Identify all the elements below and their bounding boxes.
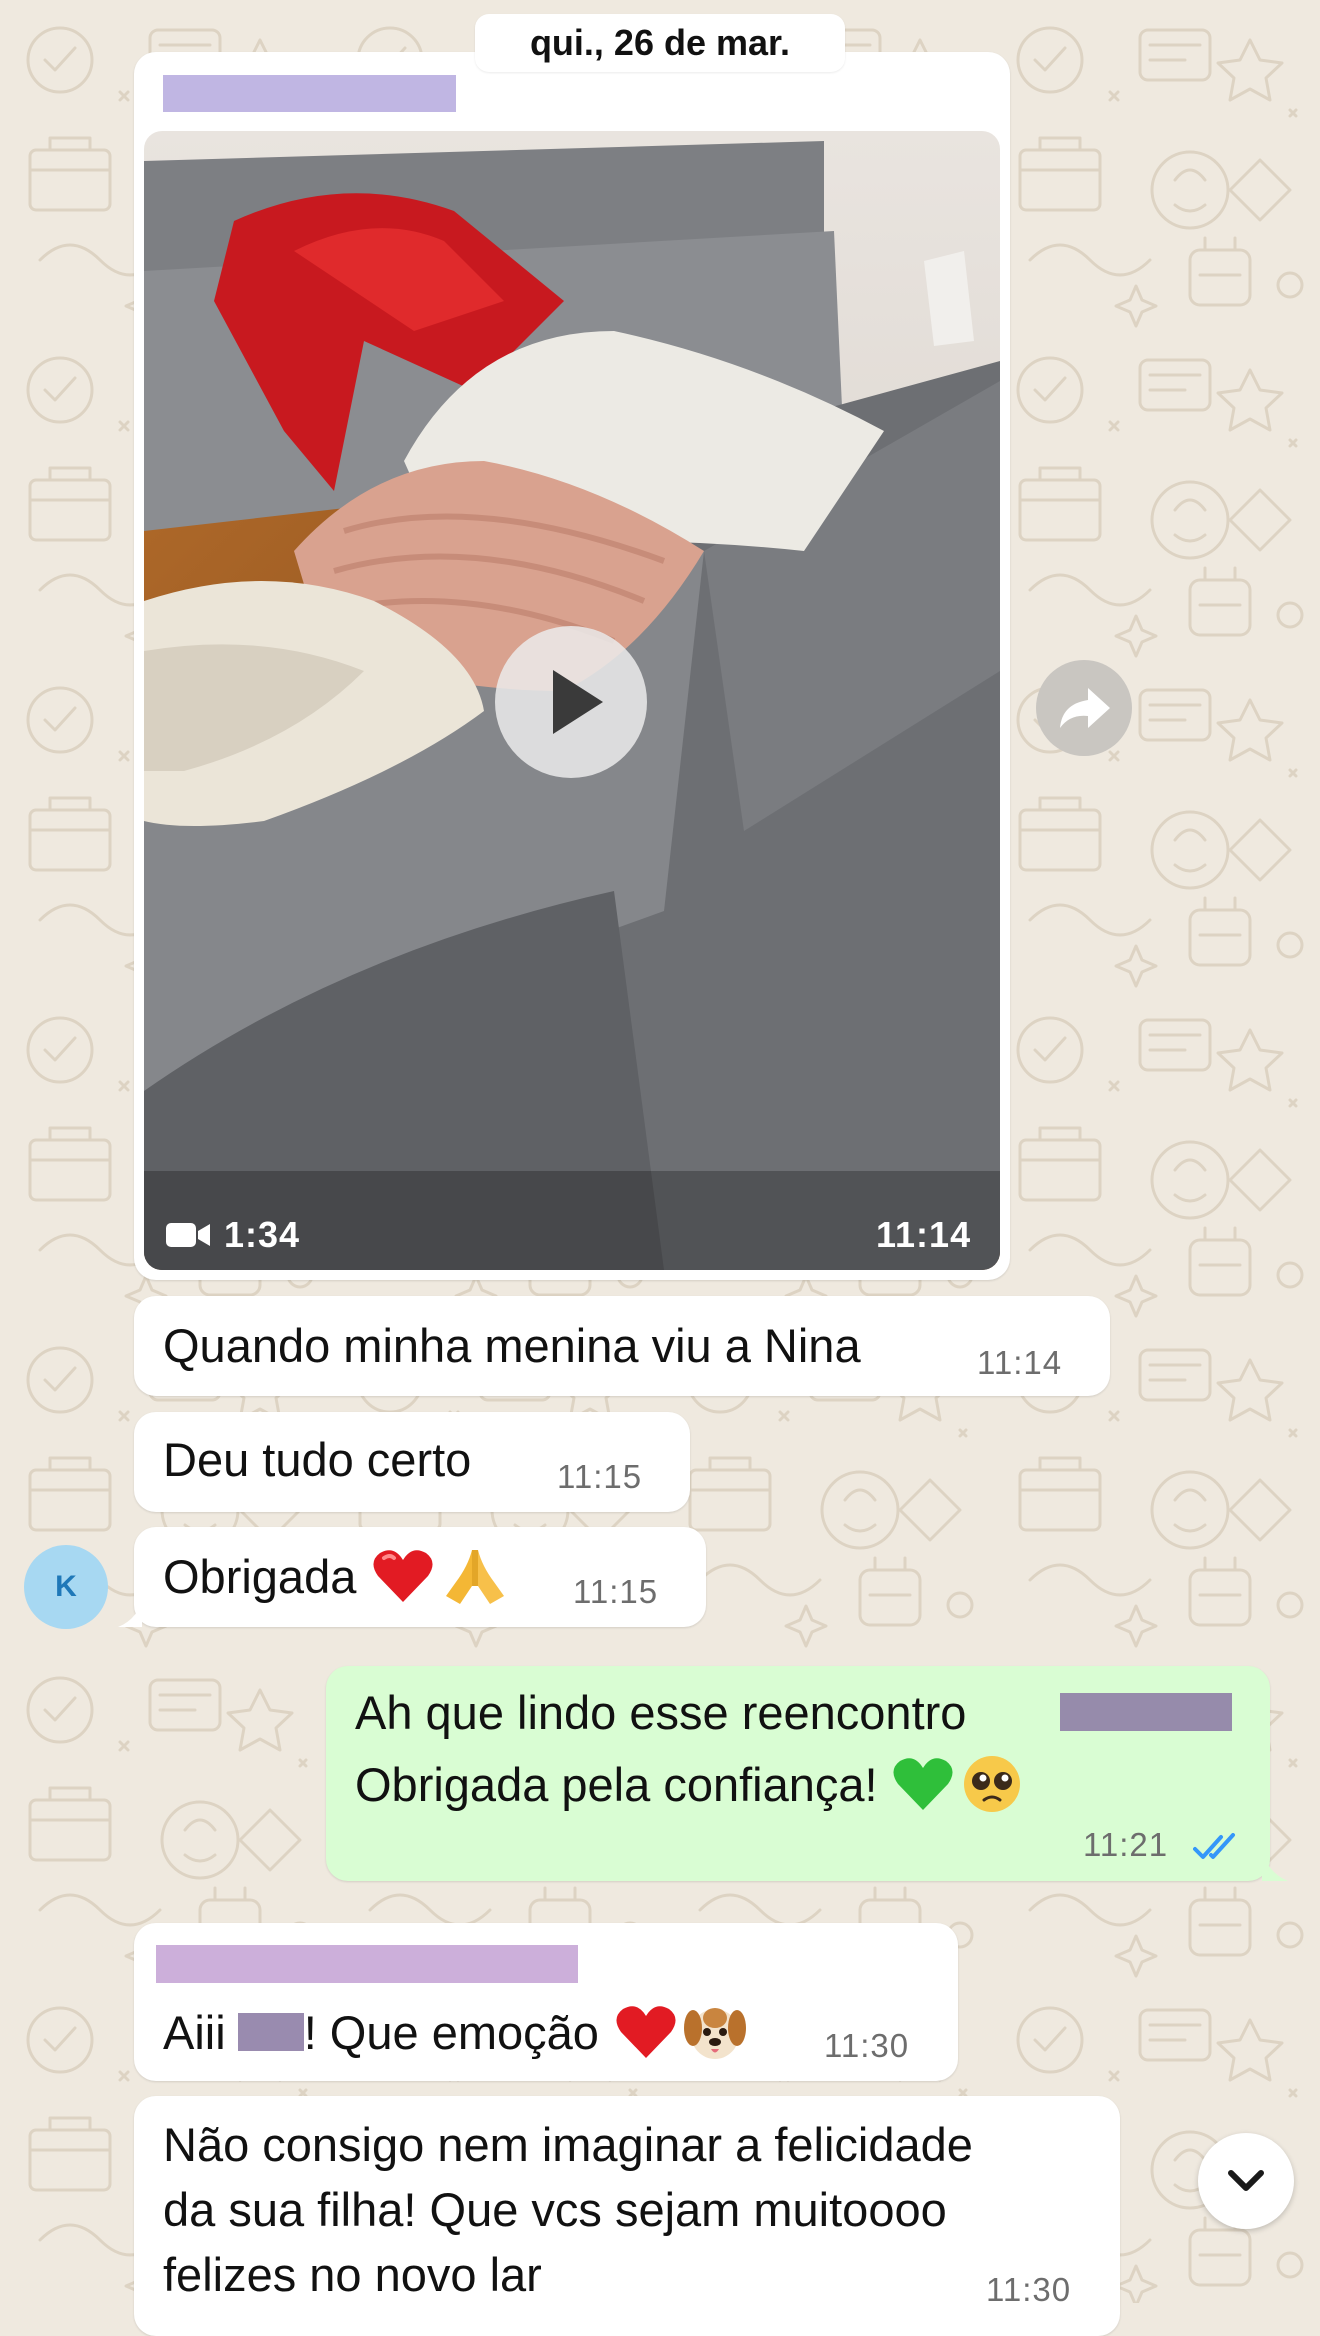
message-text-prefix: Aiii [163,2005,226,2059]
folded-hands-emoji-icon [446,1550,505,1604]
scroll-to-bottom-button[interactable] [1198,2133,1294,2229]
message-text: Aiii ! Que emoção [163,2002,747,2062]
contact-avatar[interactable]: K [24,1545,108,1629]
sender-name-redacted [156,1945,578,1983]
video-duration-label: 1:34 [224,1214,301,1255]
bubble-tail [1262,1855,1288,1881]
message-timestamp: 11:14 [977,1344,1063,1381]
message-text-line1: Ah que lindo esse reencontro [355,1686,967,1739]
message-text-label: Obrigada pela confiança! [355,1757,878,1811]
video-duration: 1:34 [166,1214,300,1256]
play-icon [553,670,603,734]
name-redacted [1060,1693,1232,1731]
red-heart-emoji-icon [616,2006,676,2058]
message-timestamp: 11:30 [824,2027,910,2064]
date-separator: qui., 26 de mar. [475,14,845,72]
play-button[interactable] [495,626,647,778]
message-text-label: Obrigada [163,1549,357,1603]
chevron-down-icon [1228,2170,1264,2191]
double-check-icon [1193,1833,1235,1859]
message-timestamp: 11:15 [557,1458,643,1495]
message-text-line2: da sua filha! Que vcs sejam muitoooo [163,2183,947,2236]
name-redacted [237,2013,304,2051]
video-timestamp: 11:14 [876,1214,972,1255]
video-camera-icon [166,1223,210,1247]
bubble-tail [118,1603,142,1627]
message-text: Quando minha menina viu a Nina [163,1319,861,1372]
sender-name-redacted [163,75,456,112]
message-timestamp: 11:30 [986,2271,1072,2308]
message-text-line2: Obrigada pela confiança! [355,1754,1022,1814]
message-timestamp: 11:15 [573,1573,659,1610]
message-text-suffix: ! Que emoção [303,2005,599,2059]
pleading-face-emoji-icon [963,1756,1020,1812]
message-text: Obrigada [163,1546,508,1606]
message-timestamp: 11:21 [1083,1826,1169,1863]
message-text: Deu tudo certo [163,1433,472,1486]
forward-button[interactable] [1036,660,1132,756]
green-heart-emoji-icon [893,1758,953,1810]
forward-icon [1060,688,1110,728]
message-text-line1: Não consigo nem imaginar a felicidade [163,2118,973,2171]
dog-face-emoji-icon [683,2008,746,2059]
red-heart-emoji-icon [373,1550,433,1602]
message-text-line3: felizes no novo lar [163,2248,542,2301]
